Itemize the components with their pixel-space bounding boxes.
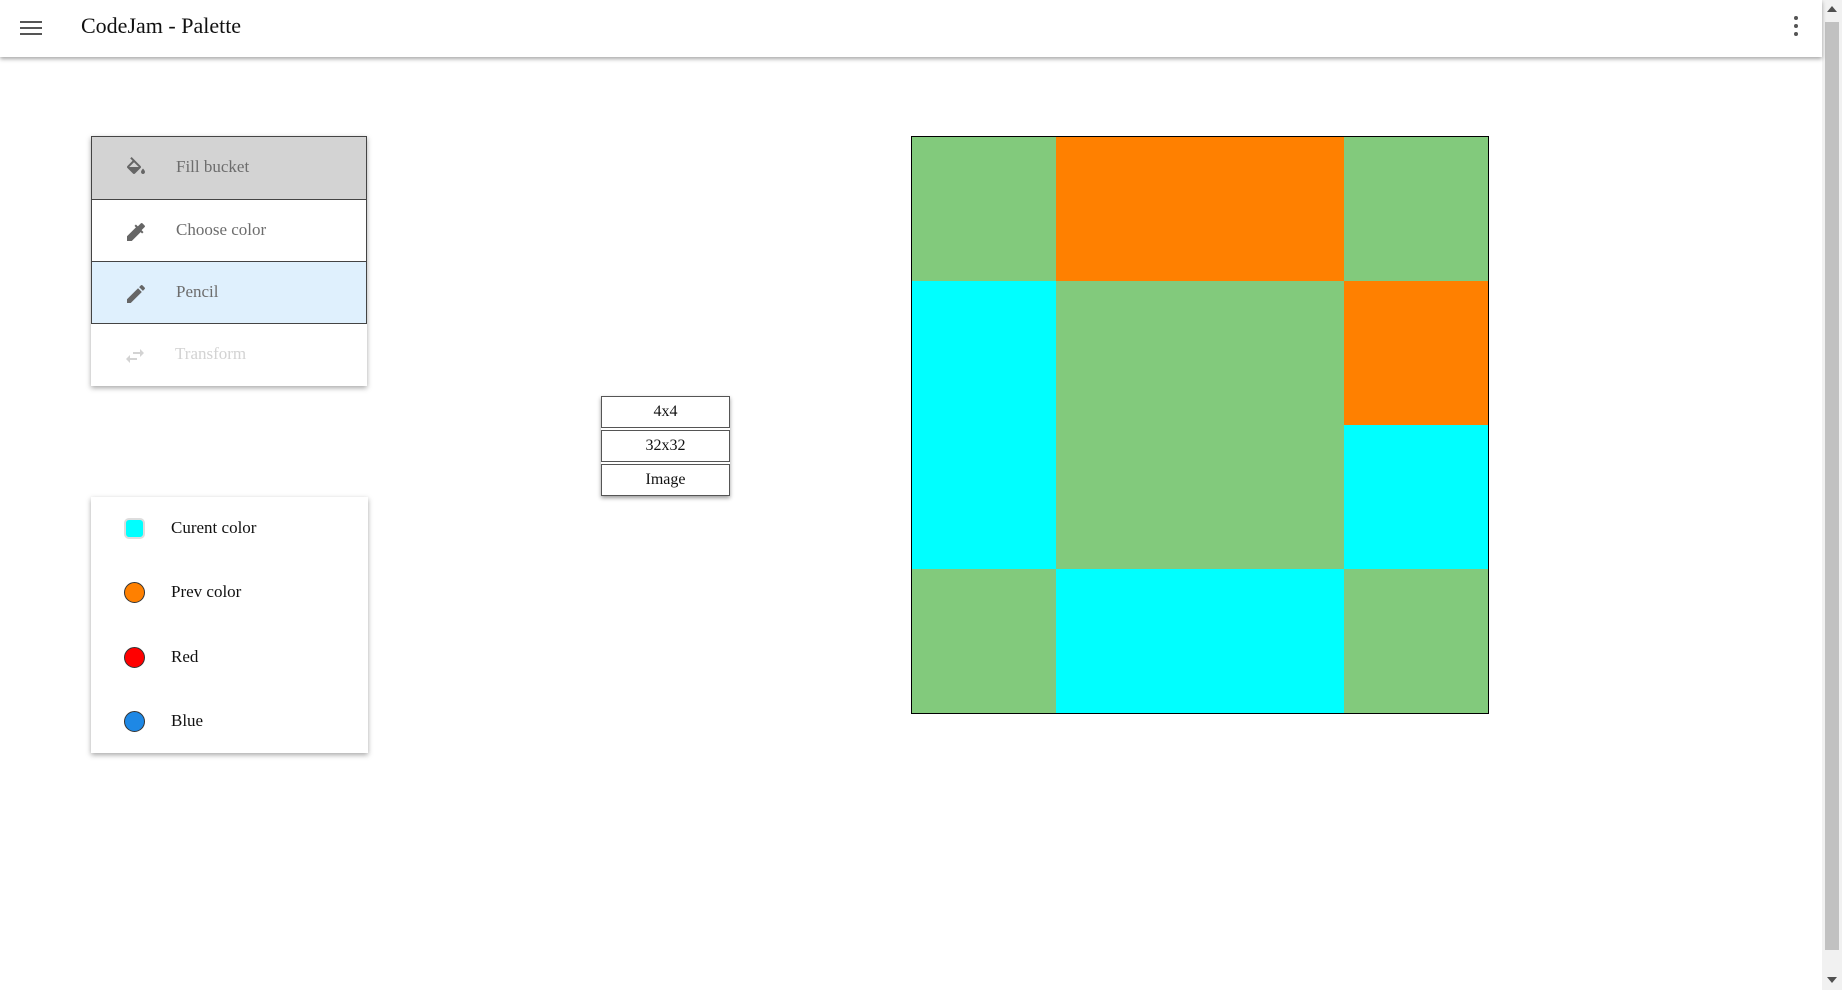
drawing-canvas[interactable] (911, 136, 1489, 714)
blue-color-swatch (124, 711, 145, 732)
canvas-pixel[interactable] (1200, 137, 1344, 281)
canvas-pixel[interactable] (1200, 281, 1344, 425)
colors-panel: Curent color Prev color Red Blue (91, 497, 368, 753)
canvas-pixel[interactable] (1344, 425, 1488, 569)
tool-transform[interactable]: Transform (91, 324, 367, 386)
pencil-icon (127, 284, 146, 303)
more-vert-icon[interactable] (1790, 16, 1802, 40)
hamburger-menu-icon[interactable] (20, 17, 44, 37)
blue-color-label: Blue (171, 711, 204, 730)
canvas-pixel[interactable] (912, 425, 1056, 569)
fill-bucket-icon (126, 157, 145, 174)
scroll-down-arrow-icon[interactable] (1827, 977, 1837, 983)
scroll-up-arrow-icon[interactable] (1827, 6, 1837, 12)
size-32x32-button[interactable]: 32x32 (601, 430, 730, 462)
prev-color-label: Prev color (171, 582, 242, 601)
canvas-pixel[interactable] (1200, 569, 1344, 713)
canvas-pixel[interactable] (1344, 137, 1488, 281)
size-4x4-button[interactable]: 4x4 (601, 396, 730, 428)
canvas-pixel[interactable] (912, 137, 1056, 281)
canvas-pixel[interactable] (1056, 281, 1200, 425)
red-color-item[interactable]: Red (91, 636, 368, 680)
eyedropper-icon (127, 222, 146, 241)
current-color-swatch (124, 518, 145, 539)
tool-fill-bucket[interactable]: Fill bucket (91, 136, 367, 200)
canvas-pixel[interactable] (1056, 569, 1200, 713)
tool-pencil[interactable]: Pencil (91, 262, 367, 324)
current-color-item[interactable]: Curent color (91, 507, 368, 551)
prev-color-swatch (124, 582, 145, 603)
app-title: CodeJam - Palette (81, 13, 242, 38)
canvas-size-panel: 4x4 32x32 Image (601, 396, 730, 496)
canvas-pixel[interactable] (912, 569, 1056, 713)
blue-color-item[interactable]: Blue (91, 700, 368, 744)
canvas-pixel[interactable] (1344, 281, 1488, 425)
tool-choose-color[interactable]: Choose color (91, 200, 367, 262)
canvas-pixel[interactable] (1200, 425, 1344, 569)
canvas-pixel[interactable] (1344, 569, 1488, 713)
tool-choose-color-label: Choose color (176, 220, 267, 239)
red-color-label: Red (171, 647, 199, 666)
swap-arrows-icon (126, 349, 144, 363)
tools-panel: Fill bucket Choose color Pencil Transfor… (91, 136, 367, 386)
image-button[interactable]: Image (601, 464, 730, 496)
app-header: CodeJam - Palette (0, 0, 1822, 57)
scroll-thumb[interactable] (1825, 22, 1839, 950)
canvas-pixel[interactable] (912, 281, 1056, 425)
current-color-label: Curent color (171, 518, 257, 537)
canvas-pixel[interactable] (1056, 425, 1200, 569)
red-color-swatch (124, 647, 145, 668)
tool-pencil-label: Pencil (176, 282, 219, 301)
canvas-pixel[interactable] (1056, 137, 1200, 281)
prev-color-item[interactable]: Prev color (91, 571, 368, 615)
vertical-scrollbar[interactable] (1822, 0, 1842, 990)
tool-transform-label: Transform (175, 344, 247, 363)
tool-fill-bucket-label: Fill bucket (176, 157, 250, 176)
